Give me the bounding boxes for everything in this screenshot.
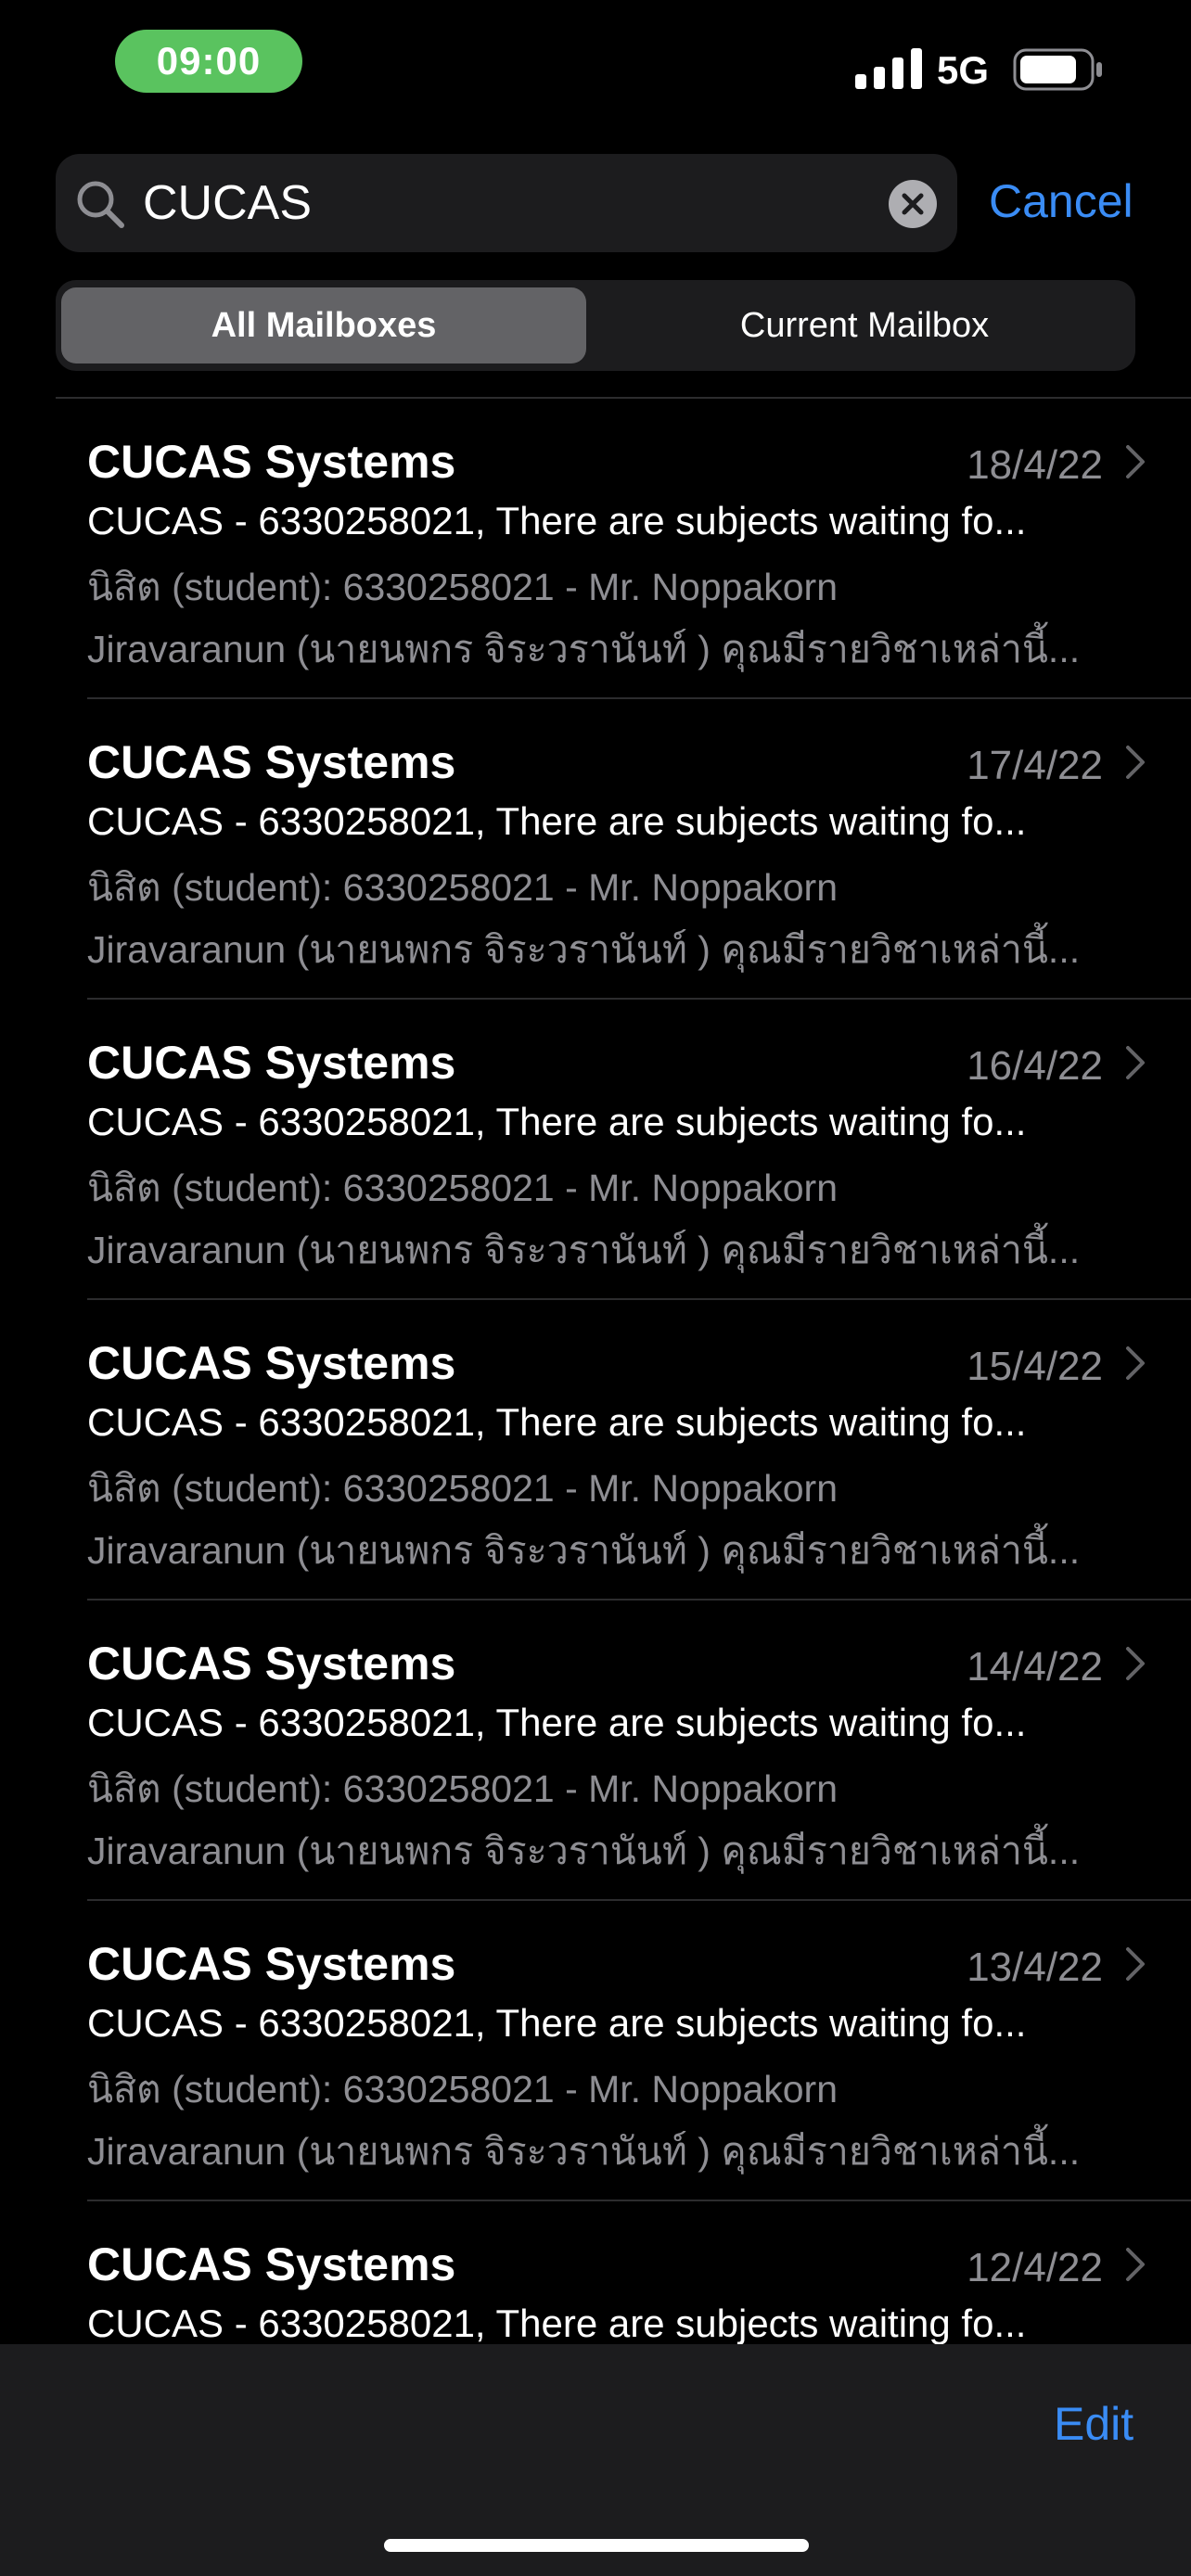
message-sender: CUCAS Systems — [87, 1337, 456, 1389]
preview-line: Jiravaranun (นายนพกร จิระวรานันท์ ) คุณม… — [87, 2130, 1081, 2173]
search-icon — [74, 178, 126, 235]
preview-line: นิสิต (student): 6330258021 - Mr. Noppak… — [87, 1767, 839, 1810]
message-sender: CUCAS Systems — [87, 2238, 456, 2290]
message-row[interactable]: CUCAS Systems 18/4/22 CUCAS - 6330258021… — [0, 399, 1191, 699]
chevron-right-icon — [1124, 1945, 1146, 1987]
home-indicator[interactable] — [384, 2539, 809, 2552]
message-row[interactable]: CUCAS Systems 15/4/22 CUCAS - 6330258021… — [0, 1300, 1191, 1600]
message-subject: CUCAS - 6330258021, There are subjects w… — [87, 2302, 1027, 2344]
message-sender: CUCAS Systems — [87, 1037, 456, 1089]
message-subject: CUCAS - 6330258021, There are subjects w… — [87, 799, 1027, 843]
message-date: 18/4/22 — [967, 442, 1103, 488]
message-date: 17/4/22 — [967, 743, 1103, 788]
chevron-right-icon — [1124, 443, 1146, 485]
message-subject: CUCAS - 6330258021, There are subjects w… — [87, 499, 1027, 542]
status-time: 09:00 — [115, 30, 302, 93]
message-row[interactable]: CUCAS Systems 12/4/22 CUCAS - 6330258021… — [0, 2201, 1191, 2344]
message-date: 14/4/22 — [967, 1644, 1103, 1690]
message-preview: นิสิต (student): 6330258021 - Mr. Noppak… — [87, 1758, 1132, 1882]
cancel-button[interactable]: Cancel — [989, 172, 1133, 230]
message-sender: CUCAS Systems — [87, 1638, 456, 1690]
message-subject: CUCAS - 6330258021, There are subjects w… — [87, 1100, 1027, 1143]
message-sender: CUCAS Systems — [87, 436, 456, 488]
preview-line: Jiravaranun (นายนพกร จิระวรานันท์ ) คุณม… — [87, 928, 1081, 971]
segment-current-mailbox[interactable]: Current Mailbox — [599, 287, 1130, 363]
message-preview: นิสิต (student): 6330258021 - Mr. Noppak… — [87, 1458, 1132, 1582]
search-input[interactable]: CUCAS — [143, 174, 312, 232]
preview-line: นิสิต (student): 6330258021 - Mr. Noppak… — [87, 2068, 839, 2111]
message-preview: นิสิต (student): 6330258021 - Mr. Noppak… — [87, 556, 1132, 681]
preview-line: นิสิต (student): 6330258021 - Mr. Noppak… — [87, 866, 839, 909]
mailbox-scope-segmented-control: All Mailboxes Current Mailbox — [56, 280, 1135, 371]
message-sender: CUCAS Systems — [87, 736, 456, 788]
chevron-right-icon — [1124, 1645, 1146, 1687]
message-date: 15/4/22 — [967, 1344, 1103, 1389]
chevron-right-icon — [1124, 2246, 1146, 2288]
preview-line: นิสิต (student): 6330258021 - Mr. Noppak… — [87, 1167, 839, 1209]
network-type-label: 5G — [937, 48, 990, 92]
message-list: CUCAS Systems 18/4/22 CUCAS - 6330258021… — [0, 397, 1191, 2344]
message-row[interactable]: CUCAS Systems 17/4/22 CUCAS - 6330258021… — [0, 699, 1191, 1000]
bottom-toolbar: Edit — [0, 2344, 1191, 2576]
preview-line: Jiravaranun (นายนพกร จิระวรานันท์ ) คุณม… — [87, 1830, 1081, 1872]
chevron-right-icon — [1124, 1044, 1146, 1086]
chevron-right-icon — [1124, 744, 1146, 785]
message-row[interactable]: CUCAS Systems 14/4/22 CUCAS - 6330258021… — [0, 1600, 1191, 1901]
message-row[interactable]: CUCAS Systems 16/4/22 CUCAS - 6330258021… — [0, 1000, 1191, 1300]
status-bar: 09:00 5G — [0, 0, 1191, 139]
preview-line: Jiravaranun (นายนพกร จิระวรานันท์ ) คุณม… — [87, 1529, 1081, 1572]
search-field[interactable]: CUCAS — [56, 154, 957, 252]
message-date: 16/4/22 — [967, 1043, 1103, 1089]
cellular-signal-icon — [855, 46, 922, 94]
message-preview: นิสิต (student): 6330258021 - Mr. Noppak… — [87, 1157, 1132, 1282]
message-subject: CUCAS - 6330258021, There are subjects w… — [87, 1701, 1027, 1744]
message-preview: นิสิต (student): 6330258021 - Mr. Noppak… — [87, 2059, 1132, 2183]
preview-line: นิสิต (student): 6330258021 - Mr. Noppak… — [87, 566, 839, 608]
message-subject: CUCAS - 6330258021, There are subjects w… — [87, 2001, 1027, 2045]
message-date: 12/4/22 — [967, 2245, 1103, 2290]
message-sender: CUCAS Systems — [87, 1938, 456, 1990]
preview-line: นิสิต (student): 6330258021 - Mr. Noppak… — [87, 1467, 839, 1510]
edit-button[interactable]: Edit — [1054, 2396, 1133, 2452]
message-preview: นิสิต (student): 6330258021 - Mr. Noppak… — [87, 857, 1132, 981]
battery-icon — [1013, 48, 1104, 96]
message-row[interactable]: CUCAS Systems 13/4/22 CUCAS - 6330258021… — [0, 1901, 1191, 2201]
message-date: 13/4/22 — [967, 1945, 1103, 1990]
segment-all-mailboxes[interactable]: All Mailboxes — [61, 287, 586, 363]
message-subject: CUCAS - 6330258021, There are subjects w… — [87, 1400, 1027, 1444]
chevron-right-icon — [1124, 1345, 1146, 1386]
preview-line: Jiravaranun (นายนพกร จิระวรานันท์ ) คุณม… — [87, 628, 1081, 670]
clear-search-icon[interactable] — [889, 180, 937, 233]
preview-line: Jiravaranun (นายนพกร จิระวรานันท์ ) คุณม… — [87, 1229, 1081, 1271]
